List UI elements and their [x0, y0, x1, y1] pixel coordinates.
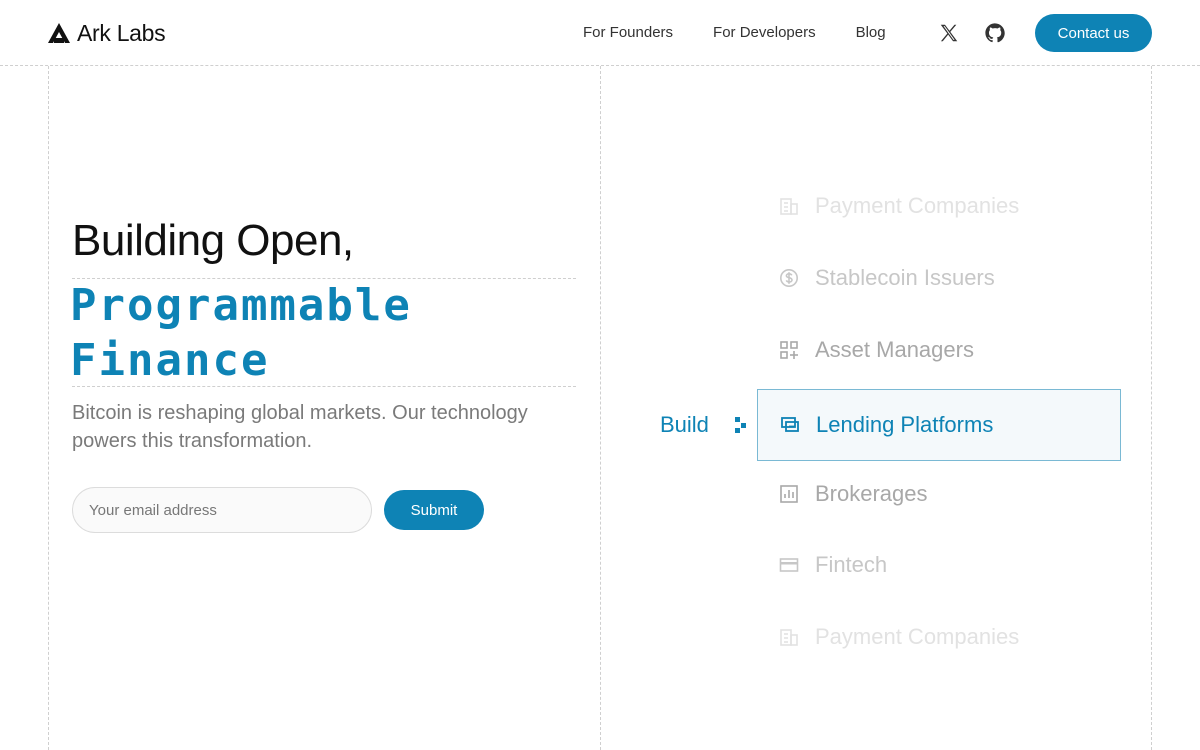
segment-label: Payment Companies — [815, 193, 1020, 218]
email-input[interactable] — [72, 487, 372, 533]
grid-plus-icon — [780, 341, 798, 359]
title-divider-bottom — [72, 386, 576, 387]
x-twitter-icon[interactable] — [938, 22, 960, 44]
segment-label: Lending Platforms — [816, 412, 994, 437]
guide-line-middle — [600, 66, 601, 750]
bar-chart-icon — [780, 485, 798, 503]
dollar-circle-icon — [780, 269, 798, 287]
submit-button[interactable]: Submit — [384, 490, 484, 530]
nav-blog[interactable]: Blog — [856, 24, 886, 41]
guide-line-left — [48, 66, 49, 750]
hero-title-line2: Programmable — [70, 280, 412, 331]
main-nav: For Founders For Developers Blog — [583, 24, 886, 41]
logo[interactable]: Ark Labs — [48, 19, 166, 46]
segment-label: Stablecoin Issuers — [815, 265, 995, 290]
nav-for-developers[interactable]: For Developers — [713, 24, 816, 41]
ark-logo-icon — [48, 23, 70, 43]
contact-us-button[interactable]: Contact us — [1035, 14, 1152, 52]
segment-item-asset-managers[interactable]: Asset Managers — [757, 314, 1121, 386]
hero-title-line3: Finance — [70, 335, 270, 386]
segment-item-payment-companies[interactable]: Payment Companies — [757, 170, 1121, 242]
segment-label: Brokerages — [815, 481, 928, 506]
segment-label: Asset Managers — [815, 337, 974, 362]
segment-item-lending-platforms[interactable]: Lending Platforms — [757, 389, 1121, 461]
pixel-arrow-icon — [735, 417, 746, 433]
github-icon[interactable] — [984, 22, 1006, 44]
segment-item-fintech[interactable]: Fintech — [757, 529, 1121, 601]
site-header: Ark Labs For Founders For Developers Blo… — [0, 0, 1200, 66]
building-icon — [780, 629, 798, 646]
segment-label: Fintech — [815, 552, 888, 577]
guide-line-right — [1151, 66, 1152, 750]
credit-card-icon — [779, 558, 799, 572]
segment-label: Payment Companies — [815, 624, 1020, 649]
cards-icon — [781, 417, 799, 432]
segment-item-payment-companies-repeat[interactable]: Payment Companies — [757, 601, 1121, 673]
building-icon — [780, 198, 798, 215]
logo-text: Ark Labs — [77, 19, 166, 46]
build-label: Build — [660, 412, 709, 437]
hero-title-line1: Building Open, — [72, 216, 354, 265]
nav-for-founders[interactable]: For Founders — [583, 24, 673, 41]
hero-subtitle: Bitcoin is reshaping global markets. Our… — [72, 402, 528, 452]
segment-item-brokerages[interactable]: Brokerages — [757, 458, 1121, 530]
segment-item-stablecoin-issuers[interactable]: Stablecoin Issuers — [757, 242, 1121, 314]
